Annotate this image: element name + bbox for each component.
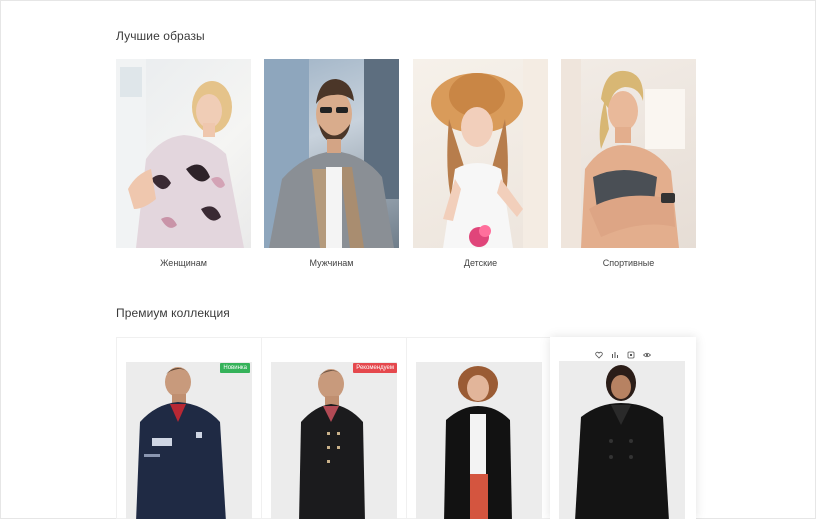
look-image-women[interactable] [116, 59, 251, 248]
look-card-sport[interactable]: Спортивные [561, 59, 696, 268]
product-card[interactable]: Новинка [116, 337, 262, 519]
look-label-sport[interactable]: Спортивные [561, 258, 696, 268]
eye-icon[interactable] [642, 346, 652, 358]
product-card[interactable]: Рекомендуем [262, 337, 408, 519]
look-label-men[interactable]: Мужчинам [264, 258, 399, 268]
product-action-icons [550, 346, 696, 359]
product-image[interactable] [559, 361, 685, 519]
heart-icon[interactable] [595, 346, 603, 359]
product-image[interactable] [416, 362, 542, 519]
look-image-men[interactable] [264, 59, 399, 248]
look-card-men[interactable]: Мужчинам [264, 59, 399, 268]
product-image[interactable] [271, 362, 397, 519]
cart-icon[interactable] [627, 346, 635, 359]
best-looks-title: Лучшие образы [116, 29, 205, 43]
premium-collection-title: Премиум коллекция [116, 306, 230, 320]
product-card-active[interactable] [550, 337, 696, 519]
look-image-kids[interactable] [413, 59, 548, 248]
look-card-kids[interactable]: Детские [413, 59, 548, 268]
recommend-badge: Рекомендуем [353, 363, 397, 373]
look-image-sport[interactable] [561, 59, 696, 248]
look-label-kids[interactable]: Детские [413, 258, 548, 268]
compare-icon[interactable] [611, 346, 619, 358]
new-badge: Новинка [220, 363, 250, 373]
look-label-women[interactable]: Женщинам [116, 258, 251, 268]
look-card-women[interactable]: Женщинам [116, 59, 251, 268]
product-card[interactable] [406, 337, 552, 519]
product-image[interactable] [126, 362, 252, 519]
